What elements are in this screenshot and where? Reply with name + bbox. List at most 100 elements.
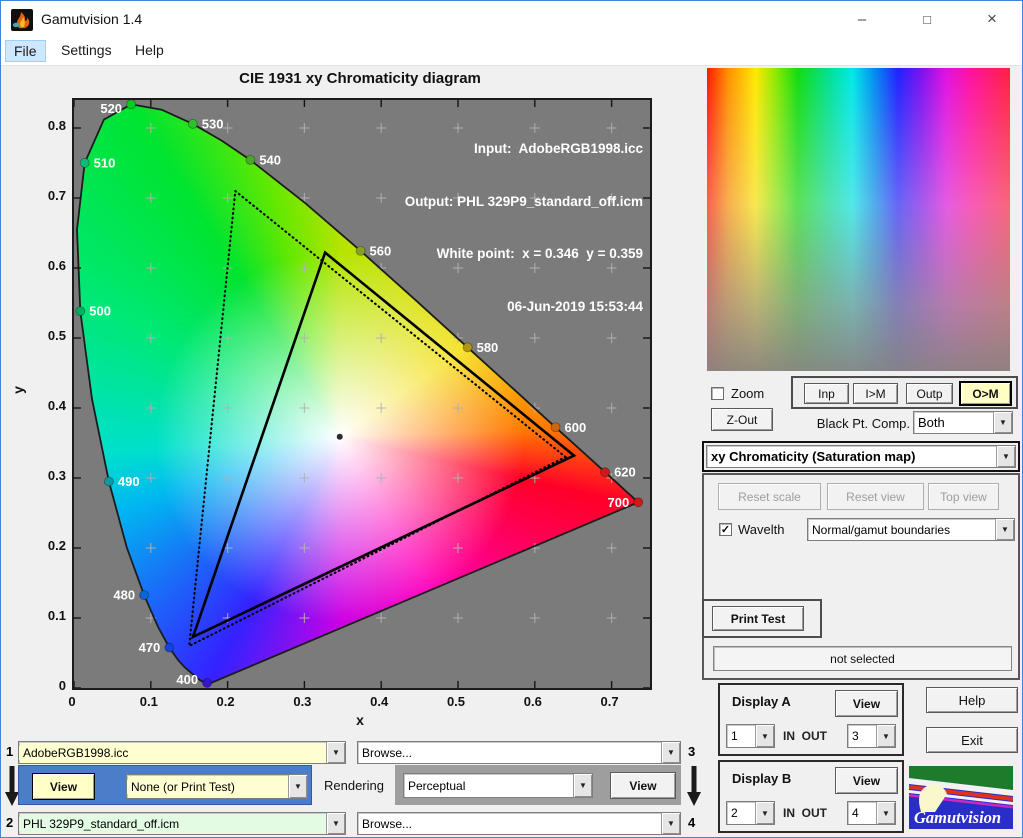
- tick-label: 0.5: [446, 694, 466, 709]
- wavelength-label-490: 490: [118, 474, 140, 489]
- o-to-m-button[interactable]: O>M: [959, 381, 1012, 406]
- slot1-number: 1: [6, 744, 14, 759]
- tick-label: 0.2: [47, 538, 66, 553]
- tick-label: 0.1: [47, 608, 66, 623]
- menu-settings[interactable]: Settings: [53, 40, 120, 62]
- dropdown-arrow-icon[interactable]: ▼: [995, 519, 1014, 540]
- display-b-view-button[interactable]: View: [835, 767, 898, 794]
- exit-button[interactable]: Exit: [926, 727, 1018, 753]
- app-window: Gamutvision 1.4 – □ × File Settings Help…: [0, 0, 1023, 838]
- display-a-inout-label: IN OUT: [783, 729, 827, 743]
- dropdown-arrow-icon[interactable]: ▼: [326, 813, 345, 834]
- dropdown-arrow-icon[interactable]: ▼: [326, 742, 345, 763]
- dropdown-arrow-icon[interactable]: ▼: [661, 742, 680, 763]
- i-to-m-button[interactable]: I>M: [853, 383, 898, 404]
- print-test-button[interactable]: Print Test: [712, 606, 804, 631]
- dropdown-arrow-icon[interactable]: ▼: [755, 802, 774, 824]
- display-b-title: Display B: [732, 771, 792, 786]
- help-button[interactable]: Help: [926, 687, 1018, 713]
- view-mode-select[interactable]: xy Chromaticity (Saturation map) ▼: [706, 445, 1016, 468]
- close-button[interactable]: ×: [969, 3, 1015, 35]
- zoom-checkbox[interactable]: [711, 387, 724, 400]
- dropdown-arrow-icon[interactable]: ▼: [996, 446, 1015, 467]
- display-b-out-select[interactable]: 4 ▼: [847, 801, 896, 825]
- dropdown-arrow-icon[interactable]: ▼: [661, 813, 680, 834]
- input-profile-select[interactable]: AdobeRGB1998.icc ▼: [18, 741, 346, 764]
- logo-text: Gamutvision: [914, 808, 1001, 827]
- slot3-number: 3: [688, 744, 696, 759]
- tick-label: 0.1: [139, 694, 158, 709]
- wavelth-label: Wavelth: [738, 522, 785, 537]
- dropdown-arrow-icon[interactable]: ▼: [993, 412, 1012, 433]
- black-pt-comp-select[interactable]: Both ▼: [913, 411, 1013, 434]
- z-out-button[interactable]: Z-Out: [711, 408, 773, 431]
- view-input-button[interactable]: View: [32, 773, 95, 800]
- y-axis-label: y: [9, 386, 26, 394]
- minimize-button[interactable]: –: [839, 3, 885, 35]
- wavelength-dot-490: [103, 476, 114, 487]
- menu-file[interactable]: File: [5, 40, 46, 62]
- print-test-pattern-select[interactable]: None (or Print Test) ▼: [126, 774, 308, 799]
- tick-label: 0.8: [47, 118, 66, 133]
- display-a-in-select[interactable]: 1 ▼: [726, 724, 775, 748]
- outp-button[interactable]: Outp: [906, 383, 953, 404]
- dropdown-arrow-icon[interactable]: ▼: [876, 802, 895, 824]
- browse-output-select[interactable]: Browse... ▼: [357, 812, 681, 835]
- window-title: Gamutvision 1.4: [41, 11, 143, 27]
- wavelength-dot-700: [633, 497, 644, 508]
- wavelength-dot-520: [126, 100, 136, 110]
- display-b-in-select[interactable]: 2 ▼: [726, 801, 775, 825]
- display-a-out-select[interactable]: 3 ▼: [847, 724, 896, 748]
- status-field: not selected: [713, 646, 1012, 671]
- wavelth-checkbox[interactable]: ✓: [719, 523, 732, 536]
- browse-input-select[interactable]: Browse... ▼: [357, 741, 681, 764]
- display-b-group: Display B View 2 ▼ IN OUT 4 ▼: [718, 760, 904, 833]
- tick-label: 0.2: [216, 694, 235, 709]
- view-output-button[interactable]: View: [610, 772, 676, 799]
- dropdown-arrow-icon[interactable]: ▼: [288, 775, 307, 798]
- wavelength-dot-400: [202, 678, 212, 688]
- wavelength-label-520: 520: [100, 101, 122, 116]
- wavelength-label-500: 500: [89, 304, 111, 319]
- top-view-button[interactable]: Top view: [928, 483, 999, 510]
- display-a-view-button[interactable]: View: [835, 690, 898, 717]
- wavelength-label-700: 700: [608, 495, 630, 510]
- reset-view-button[interactable]: Reset view: [827, 483, 924, 510]
- wavelength-label-510: 510: [94, 155, 116, 170]
- menu-help[interactable]: Help: [127, 40, 172, 62]
- down-arrow-right-icon: [687, 766, 701, 806]
- wavelength-dot-530: [187, 118, 198, 129]
- output-profile-select[interactable]: PHL 329P9_standard_off.icm ▼: [18, 812, 346, 835]
- saturation-map-preview[interactable]: [707, 68, 1010, 371]
- wavelength-dot-600: [550, 422, 561, 433]
- chromaticity-plot[interactable]: 400 470 480 490 500 510 520 530 540 560 580 600 620 7…: [72, 98, 652, 690]
- wavelength-dot-510: [79, 157, 90, 168]
- wavelength-label-620: 620: [614, 465, 636, 480]
- dropdown-arrow-icon[interactable]: ▼: [755, 725, 774, 747]
- reset-scale-button[interactable]: Reset scale: [718, 483, 821, 510]
- tick-label: 0.7: [600, 694, 619, 709]
- zoom-checkbox-label: Zoom: [731, 386, 765, 401]
- white-point-marker: [336, 433, 343, 440]
- title-bar: Gamutvision 1.4 – □ ×: [1, 1, 1022, 38]
- wavelength-label-400: 400: [176, 672, 198, 687]
- dropdown-arrow-icon[interactable]: ▼: [573, 774, 592, 797]
- wavelength-label-600: 600: [565, 420, 587, 435]
- wavelength-label-470: 470: [139, 640, 161, 655]
- boundaries-select[interactable]: Normal/gamut boundaries ▼: [807, 518, 1015, 541]
- rendering-label: Rendering: [313, 767, 395, 803]
- view-left-panel: View None (or Print Test) ▼: [18, 765, 312, 805]
- plot-options-groupbox: Reset scale Reset view Top view ✓ Wavelt…: [702, 473, 1020, 680]
- display-a-group: Display A View 1 ▼ IN OUT 3 ▼: [718, 683, 904, 756]
- wavelength-label-540: 540: [259, 152, 281, 167]
- wavelength-dot-480: [139, 590, 150, 601]
- wavelength-dot-470: [164, 642, 175, 653]
- dropdown-arrow-icon[interactable]: ▼: [876, 725, 895, 747]
- maximize-button[interactable]: □: [904, 3, 950, 35]
- mode-button-frame: Inp I>M Outp O>M: [791, 376, 1018, 409]
- tick-label: 0.3: [293, 694, 312, 709]
- chart-title: CIE 1931 xy Chromaticity diagram: [239, 70, 481, 87]
- rendering-intent-select[interactable]: Perceptual ▼: [403, 773, 593, 798]
- x-axis-label: x: [356, 712, 364, 728]
- inp-button[interactable]: Inp: [804, 383, 849, 404]
